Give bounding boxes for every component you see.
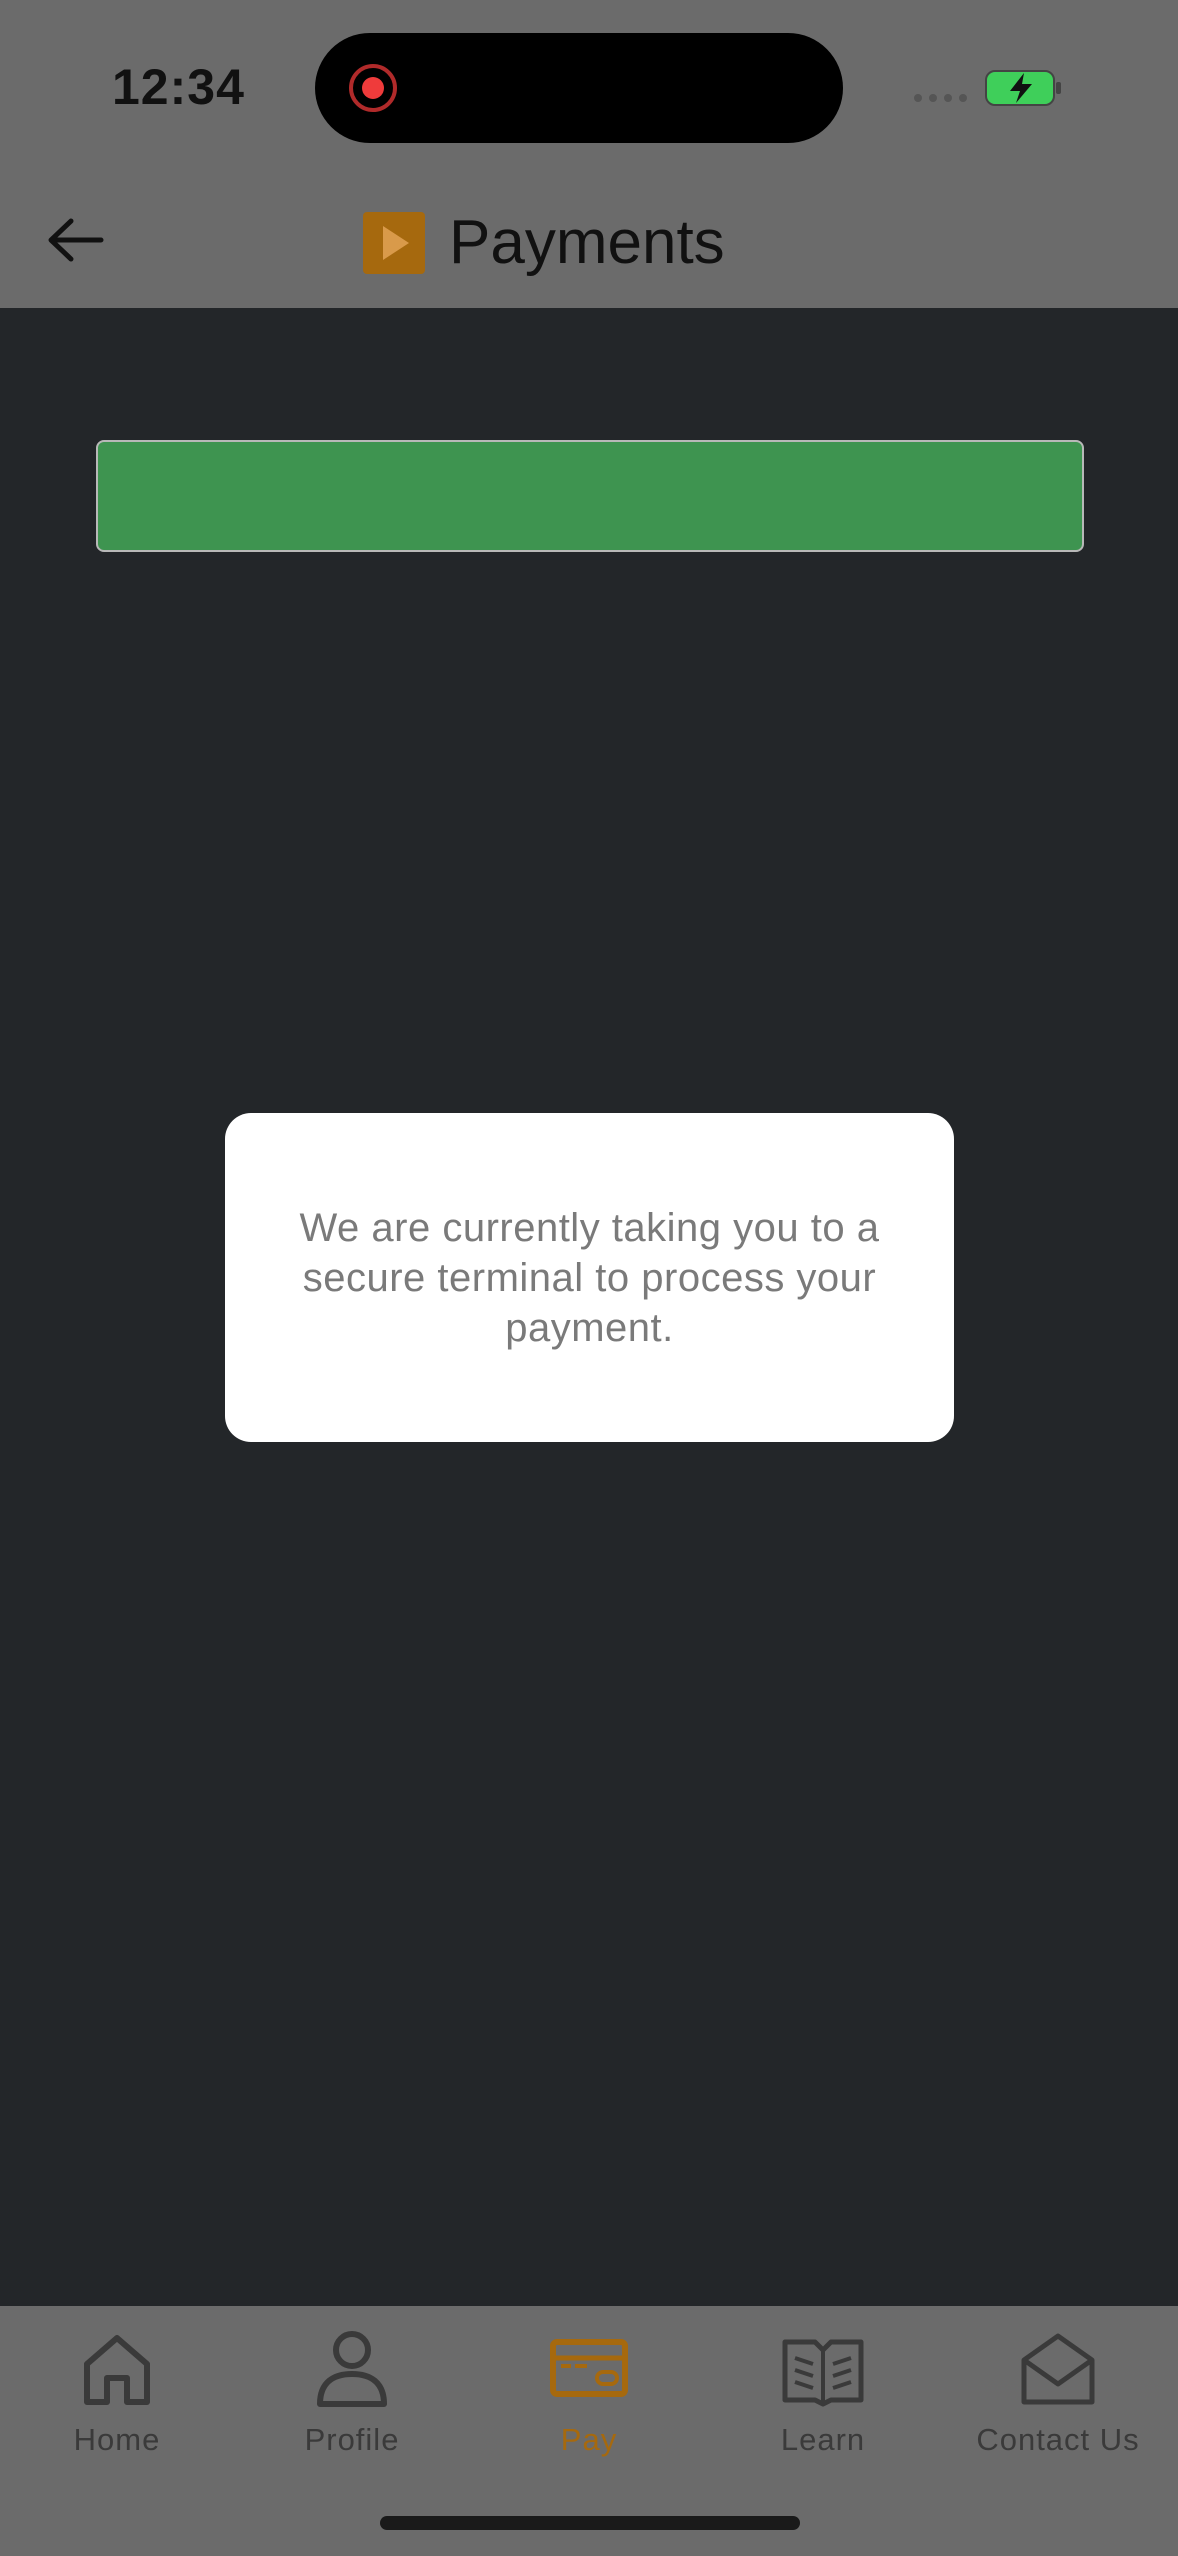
mail-icon — [1021, 2333, 1095, 2405]
tab-contact-us[interactable]: Contact Us — [958, 2324, 1158, 2474]
home-indicator[interactable] — [380, 2516, 800, 2530]
home-icon — [84, 2335, 150, 2405]
tab-profile[interactable]: Profile — [252, 2324, 452, 2474]
person-icon — [317, 2331, 387, 2407]
tab-learn-label: Learn — [780, 2422, 866, 2457]
back-button[interactable] — [40, 210, 110, 270]
battery-charging-icon — [985, 70, 1061, 106]
header-title-group: Payments — [363, 205, 725, 280]
redirect-dialog: We are currently taking you to a secure … — [225, 1113, 954, 1442]
arrow-left-icon — [48, 218, 104, 262]
credit-card-icon — [550, 2339, 628, 2397]
tab-pay[interactable]: Pay — [489, 2324, 689, 2474]
tab-profile-label: Profile — [304, 2422, 400, 2457]
dialog-message: We are currently taking you to a secure … — [299, 1205, 880, 1350]
cellular-signal-icon — [914, 94, 967, 102]
book-icon — [782, 2339, 864, 2407]
progress-bar — [96, 440, 1084, 552]
status-time: 12:34 — [112, 59, 245, 115]
tab-contact-us-label: Contact Us — [976, 2422, 1140, 2457]
page-title: Payments — [449, 208, 725, 277]
screen-recording-icon — [349, 64, 397, 112]
top-bar: 12:34 Payments — [0, 0, 1178, 308]
dynamic-island — [315, 33, 843, 143]
tab-home-label: Home — [73, 2422, 161, 2457]
tab-home[interactable]: Home — [17, 2324, 217, 2474]
play-logo-icon — [363, 211, 425, 274]
tab-learn[interactable]: Learn — [723, 2324, 923, 2474]
tab-pay-label: Pay — [560, 2422, 618, 2457]
